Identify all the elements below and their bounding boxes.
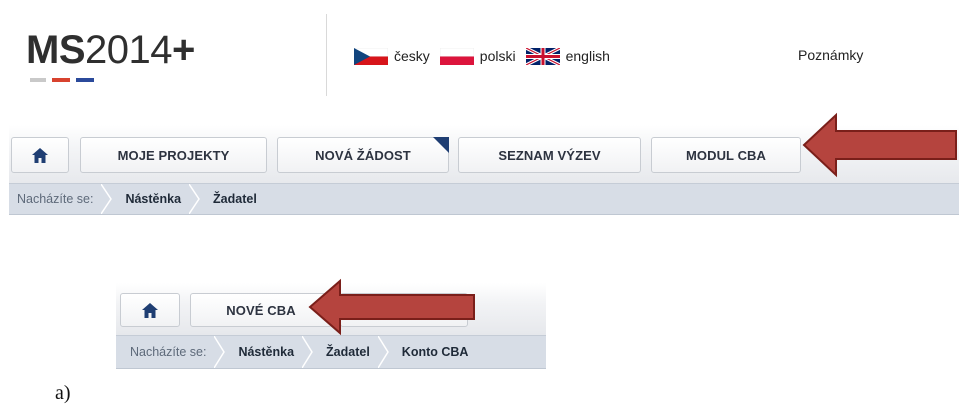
lang-polish-label: polski	[479, 48, 516, 64]
moje-projekty-button[interactable]: MOJE PROJEKTY	[80, 137, 267, 173]
modul-cba-button[interactable]: MODUL CBA	[651, 137, 801, 173]
uk-flag-icon	[525, 47, 560, 65]
breadcrumb-zadatel[interactable]: Žadatel	[195, 184, 271, 214]
breadcrumb-zadatel[interactable]: Žadatel	[308, 336, 389, 368]
home-icon	[142, 302, 158, 318]
figure-label: a)	[55, 382, 71, 404]
pointer-arrow-1	[802, 112, 957, 178]
lang-polish[interactable]: polski	[439, 47, 516, 65]
logo-plus: +	[171, 28, 195, 72]
home-button[interactable]	[11, 137, 69, 173]
breadcrumb-2: Nacházíte se: Nástěnka Žadatel Konto CBA	[116, 335, 546, 369]
nova-zadost-button[interactable]: NOVÁ ŽÁDOST	[277, 137, 449, 173]
ms2014-logo[interactable]: MS2014+	[26, 30, 195, 90]
lang-czech[interactable]: česky	[354, 47, 430, 65]
home-button-2[interactable]	[120, 293, 180, 327]
breadcrumb: Nacházíte se: Nástěnka Žadatel	[9, 183, 959, 215]
cz-flag-icon	[354, 47, 388, 65]
lang-czech-label: česky	[394, 48, 430, 64]
lang-english[interactable]: english	[525, 47, 610, 65]
pl-flag-icon	[439, 47, 474, 65]
breadcrumb-konto-cba[interactable]: Konto CBA	[384, 336, 483, 368]
breadcrumb-prefix: Nacházíte se:	[9, 184, 113, 214]
breadcrumb-nastenka[interactable]: Nástěnka	[220, 336, 313, 368]
logo-year: 2014	[85, 28, 172, 72]
logo-ms: MS	[26, 28, 86, 72]
pointer-arrow-2	[308, 278, 475, 336]
header-divider	[326, 14, 327, 96]
corner-flag-icon	[433, 137, 449, 153]
language-switcher: česky polski english	[354, 46, 620, 66]
seznam-vyzev-button[interactable]: SEZNAM VÝZEV	[458, 137, 641, 173]
lang-english-label: english	[565, 48, 610, 64]
notes-link[interactable]: Poznámky	[798, 47, 863, 63]
breadcrumb-prefix: Nacházíte se:	[116, 336, 226, 368]
nova-zadost-label: NOVÁ ŽÁDOST	[315, 147, 411, 163]
home-icon	[32, 147, 48, 163]
breadcrumb-nastenka[interactable]: Nástěnka	[107, 184, 200, 214]
logo-color-bars	[30, 78, 110, 82]
